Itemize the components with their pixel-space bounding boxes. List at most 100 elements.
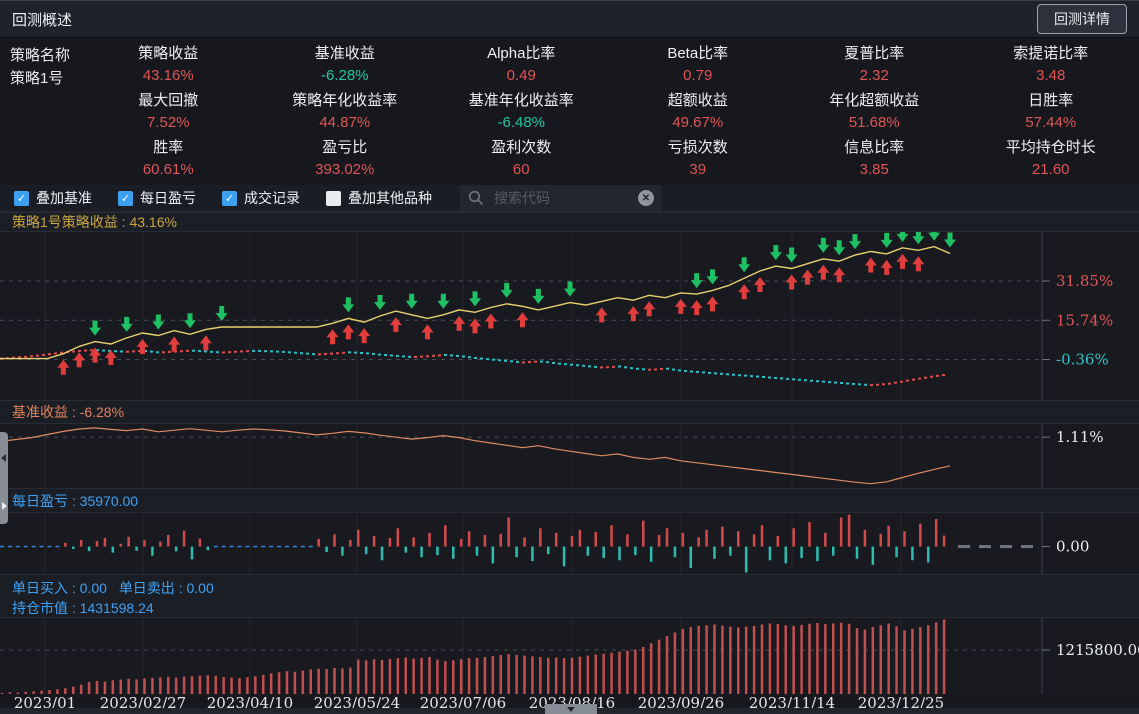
stat-value: 43.16% (80, 66, 257, 86)
stat-value: -6.28% (257, 66, 434, 86)
stat-label: 超额收益 (610, 91, 787, 111)
checkbox-label: 成交记录 (244, 188, 300, 208)
stats-panel: 策略名称 策略1号 策略收益43.16%基准收益-6.28%Alpha比率0.4… (0, 38, 1139, 185)
daily-buy-label: 单日买入 : 0.00 (12, 580, 107, 596)
search-icon (468, 190, 484, 206)
stat-cell: 基准年化收益率-6.48% (433, 91, 610, 138)
stat-value: 3.48 (963, 66, 1139, 86)
svg-text:0.00: 0.00 (1056, 538, 1089, 556)
checkbox-item-3[interactable]: 叠加其他品种 (326, 188, 432, 208)
stat-cell: 亏损次数39 (610, 138, 787, 185)
stat-value: 21.60 (963, 160, 1139, 180)
daily-trade-line: 单日买入 : 0.00 单日卖出 : 0.00 (12, 578, 1139, 598)
stat-label: Alpha比率 (433, 44, 610, 64)
strategy-name-cell: 策略名称 策略1号 (0, 44, 80, 91)
search-input[interactable] (492, 189, 638, 207)
checkbox-item-1[interactable]: ✓ 每日盈亏 (118, 188, 196, 208)
svg-text:1.11%: 1.11% (1056, 428, 1104, 446)
scrollbar-thumb[interactable] (545, 704, 597, 714)
stat-label: 策略收益 (80, 44, 257, 64)
stat-value: 60 (433, 160, 610, 180)
stat-label: 平均持仓时长 (963, 138, 1139, 158)
chevron-down-icon (567, 707, 575, 712)
stat-cell: 策略收益43.16% (80, 44, 257, 91)
stat-label: 基准年化收益率 (433, 91, 610, 111)
stat-cell: 盈利次数60 (433, 138, 610, 185)
position-value-title: 单日买入 : 0.00 单日卖出 : 0.00 持仓市值 : 1431598.2… (0, 574, 1139, 618)
svg-text:-0.36%: -0.36% (1056, 350, 1109, 368)
stat-value: 0.79 (610, 66, 787, 86)
stat-cell: 日胜率57.44% (963, 91, 1139, 138)
checkbox-label: 叠加基准 (36, 188, 92, 208)
strategy-name-label: 策略名称 (10, 44, 80, 67)
stat-value: 49.67% (610, 113, 787, 133)
backtest-overview-app: 回测概述 回测详情 策略名称 策略1号 策略收益43.16%基准收益-6.28%… (0, 0, 1139, 714)
stat-label: 日胜率 (963, 91, 1139, 111)
search-box[interactable]: ✕ (460, 185, 662, 212)
clear-search-icon[interactable]: ✕ (638, 190, 654, 206)
page-title: 回测概述 (12, 9, 72, 30)
stat-label: 年化超额收益 (786, 91, 963, 111)
position-value-chart[interactable]: 1215800.00 (0, 618, 1139, 694)
checkbox-checked-icon[interactable]: ✓ (222, 191, 237, 206)
strategy-name-value: 策略1号 (10, 67, 80, 90)
stat-label: 夏普比率 (786, 44, 963, 64)
stat-cell: 策略年化收益率44.87% (257, 91, 434, 138)
stat-cell: 平均持仓时长21.60 (963, 138, 1139, 185)
chart-toolbar: ✓ 叠加基准 ✓ 每日盈亏 ✓ 成交记录 叠加其他品种 ✕ (0, 185, 1139, 212)
stat-value: 2.32 (786, 66, 963, 86)
stat-label: 胜率 (80, 138, 257, 158)
stat-value: 7.52% (80, 113, 257, 133)
checkbox-checked-icon[interactable]: ✓ (14, 191, 29, 206)
checkbox-label: 每日盈亏 (140, 188, 196, 208)
daily-pnl-title-text: 每日盈亏 : 35970.00 (12, 491, 138, 511)
scrollbar-track[interactable] (0, 708, 1139, 714)
collapse-left-icon (1, 454, 6, 462)
stat-cell: 基准收益-6.28% (257, 44, 434, 91)
svg-text:1215800.00: 1215800.00 (1056, 641, 1139, 659)
daily-sell-label: 单日卖出 : 0.00 (119, 580, 214, 596)
strategy-return-title: 策略1号策略收益 : 43.16% (0, 212, 1139, 232)
checkbox-item-2[interactable]: ✓ 成交记录 (222, 188, 300, 208)
expand-right-icon (2, 502, 7, 510)
stat-value: 51.68% (786, 113, 963, 133)
stat-cell: 最大回撤7.52% (80, 91, 257, 138)
stat-cell: Alpha比率0.49 (433, 44, 610, 91)
svg-text:31.85%: 31.85% (1056, 272, 1113, 290)
stat-label: 最大回撤 (80, 91, 257, 111)
stat-cell: 信息比率3.85 (786, 138, 963, 185)
daily-pnl-chart[interactable]: 0.00 (0, 513, 1139, 574)
stat-label: 盈亏比 (257, 138, 434, 158)
backtest-details-button[interactable]: 回测详情 (1037, 4, 1127, 34)
stat-label: 信息比率 (786, 138, 963, 158)
stat-label: 策略年化收益率 (257, 91, 434, 111)
stat-label: 亏损次数 (610, 138, 787, 158)
stat-label: Beta比率 (610, 44, 787, 64)
left-resize-handle[interactable] (0, 432, 8, 524)
svg-text:15.74%: 15.74% (1056, 311, 1113, 329)
checkbox-item-0[interactable]: ✓ 叠加基准 (14, 188, 92, 208)
stat-value: 0.49 (433, 66, 610, 86)
stat-value: 44.87% (257, 113, 434, 133)
checkbox-checked-icon[interactable]: ✓ (118, 191, 133, 206)
daily-pnl-title: 每日盈亏 : 35970.00 (0, 488, 1139, 513)
stat-cell: 夏普比率2.32 (786, 44, 963, 91)
stat-cell: 索提诺比率3.48 (963, 44, 1139, 91)
strategy-return-chart[interactable]: 31.85% 15.74% -0.36% (0, 232, 1139, 400)
overlay-checkbox-row: ✓ 叠加基准 ✓ 每日盈亏 ✓ 成交记录 叠加其他品种 (14, 188, 458, 208)
strategy-return-title-text: 策略1号策略收益 : 43.16% (12, 212, 177, 232)
stat-cell: 胜率60.61% (80, 138, 257, 185)
benchmark-return-chart[interactable]: 1.11% (0, 424, 1139, 488)
stat-value: 60.61% (80, 160, 257, 180)
checkbox-unchecked-icon[interactable] (326, 191, 341, 206)
position-value-label: 持仓市值 : 1431598.24 (12, 600, 154, 616)
stat-value: 57.44% (963, 113, 1139, 133)
benchmark-return-title: 基准收益 : -6.28% (0, 400, 1139, 424)
stat-cell: 盈亏比393.02% (257, 138, 434, 185)
benchmark-return-title-text: 基准收益 : -6.28% (12, 402, 124, 422)
stat-label: 基准收益 (257, 44, 434, 64)
stat-value: 3.85 (786, 160, 963, 180)
stat-cell: Beta比率0.79 (610, 44, 787, 91)
stat-label: 盈利次数 (433, 138, 610, 158)
stat-value: -6.48% (433, 113, 610, 133)
